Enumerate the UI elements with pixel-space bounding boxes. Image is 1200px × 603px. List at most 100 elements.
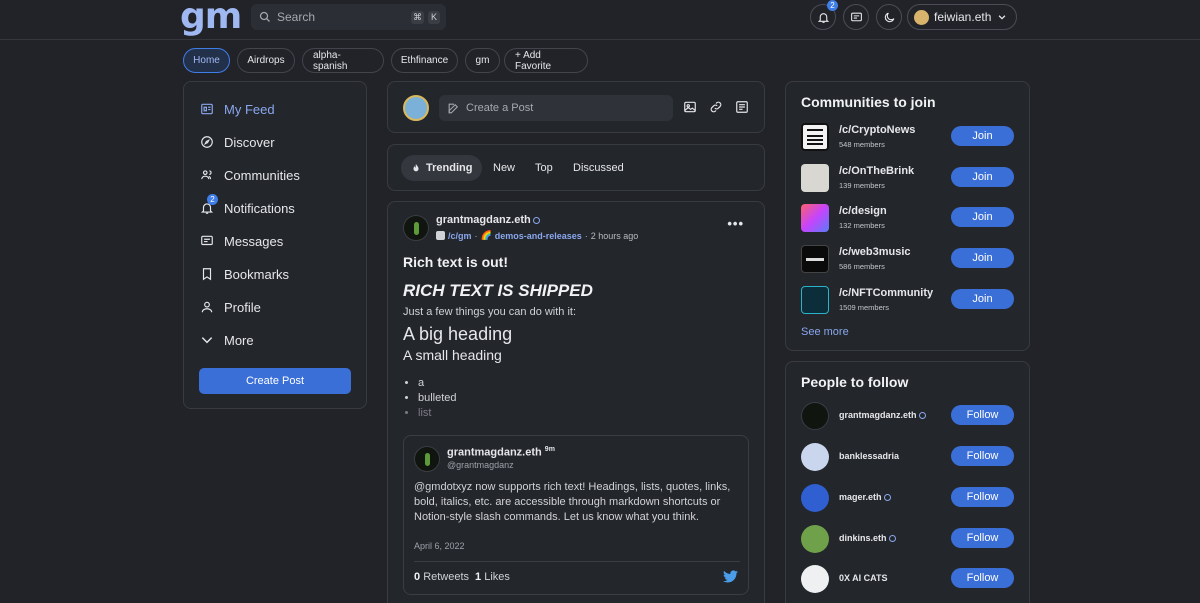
list-item[interactable]: /c/NFTCommunity 1509 members Join [801, 286, 1015, 314]
list-item[interactable]: /c/CryptoNews 548 members Join [801, 123, 1015, 151]
tweet-stats: 0 Retweets 1 Likes [414, 571, 510, 583]
post-author-name: grantmagdanz.eth [436, 214, 531, 226]
person-name[interactable]: grantmagdanz.eth [839, 410, 926, 420]
see-more-link[interactable]: See more [801, 326, 849, 338]
person-name-text: mager.eth [839, 492, 882, 502]
sidebar-item-communities[interactable]: Communities [200, 163, 300, 187]
list-item[interactable]: mager.eth Follow [801, 484, 1015, 512]
post-community-link[interactable]: /c/gm [448, 231, 472, 241]
list-item[interactable]: /c/OnTheBrink 139 members Join [801, 164, 1015, 192]
create-post-button[interactable]: Create Post [199, 368, 351, 394]
embedded-tweet[interactable]: grantmagdanz.eth 9m @grantmagdanz @gmdot… [403, 435, 749, 595]
join-button[interactable]: Join [951, 248, 1014, 268]
post-heading-italic: RICH TEXT IS SHIPPED [403, 281, 593, 300]
theme-toggle-button[interactable] [876, 4, 902, 30]
post-small-heading: A small heading [403, 347, 502, 363]
search-input[interactable] [277, 10, 397, 24]
favorite-home[interactable]: Home [183, 48, 230, 73]
follow-button[interactable]: Follow [951, 405, 1014, 425]
search-box[interactable]: ⌘ K [251, 4, 446, 30]
messages-button[interactable] [843, 4, 869, 30]
post-title[interactable]: Rich text is out! [403, 254, 508, 270]
add-favorite-button[interactable]: + Add Favorite [504, 48, 588, 73]
sidebar: My Feed Discover Communities 2 Notificat… [183, 81, 367, 409]
avatar [801, 402, 829, 430]
list-item[interactable]: 0X AI CATS Follow [801, 565, 1015, 593]
message-icon [201, 235, 213, 246]
community-members: 548 members [839, 140, 885, 149]
avatar [801, 525, 829, 553]
post-big-heading: A big heading [403, 324, 513, 344]
twitter-icon[interactable] [723, 570, 738, 583]
sidebar-item-bookmarks[interactable]: Bookmarks [200, 262, 289, 286]
sidebar-item-more[interactable]: More [200, 328, 254, 352]
create-post-input[interactable]: Create a Post [439, 95, 673, 121]
shortcut-key: K [428, 10, 440, 24]
favorite-alpha-spanish[interactable]: alpha-spanish [302, 48, 384, 73]
community-name[interactable]: /c/CryptoNews [839, 124, 915, 136]
tab-trending[interactable]: Trending [401, 155, 483, 181]
app-logo[interactable]: gm [180, 0, 242, 37]
avatar[interactable] [403, 215, 429, 241]
person-name[interactable]: banklessadria [839, 451, 899, 461]
community-thumbnail [801, 245, 829, 273]
sidebar-item-messages[interactable]: Messages [200, 229, 283, 253]
person-name[interactable]: mager.eth [839, 492, 891, 502]
avatar [801, 443, 829, 471]
join-button[interactable]: Join [951, 126, 1014, 146]
person-name[interactable]: 0X AI CATS [839, 573, 888, 583]
sidebar-item-label: More [224, 332, 254, 348]
bookmark-icon [202, 268, 212, 281]
list-item[interactable]: dinkins.eth Follow [801, 525, 1015, 553]
community-name[interactable]: /c/web3music [839, 246, 911, 258]
link-icon[interactable] [709, 100, 723, 114]
list-item[interactable]: /c/design 132 members Join [801, 204, 1015, 232]
post-channel-link[interactable]: demos-and-releases [495, 231, 582, 241]
favorite-ethfinance[interactable]: Ethfinance [391, 48, 458, 73]
username: feiwian.eth [934, 10, 992, 24]
list-item[interactable]: /c/web3music 586 members Join [801, 245, 1015, 273]
community-name[interactable]: /c/OnTheBrink [839, 165, 914, 177]
community-icon [436, 231, 445, 240]
user-menu[interactable]: feiwian.eth [907, 4, 1017, 30]
divider [414, 561, 740, 562]
follow-button[interactable]: Follow [951, 568, 1014, 588]
favorite-airdrops[interactable]: Airdrops [237, 48, 295, 73]
sidebar-item-label: Bookmarks [224, 266, 290, 282]
community-name[interactable]: /c/NFTCommunity [839, 287, 933, 299]
community-name[interactable]: /c/design [839, 205, 887, 217]
join-button[interactable]: Join [951, 289, 1014, 309]
post-author[interactable]: grantmagdanz.eth [436, 214, 540, 226]
more-options-icon[interactable]: ••• [727, 216, 744, 231]
avatar-leaf [425, 453, 430, 466]
sidebar-item-notifications[interactable]: 2 Notifications [200, 194, 295, 220]
retweets-stat: 0 Retweets [414, 571, 469, 583]
community-members: 139 members [839, 181, 885, 190]
retweets-count: 0 [414, 571, 421, 583]
person-name[interactable]: dinkins.eth [839, 533, 896, 543]
tab-new[interactable]: New [483, 155, 525, 181]
notifications-button[interactable]: 2 [810, 0, 838, 30]
post-time: 2 hours ago [590, 230, 639, 241]
list-item[interactable]: grantmagdanz.eth Follow [801, 402, 1015, 430]
notification-badge: 2 [827, 0, 838, 11]
sidebar-item-discover[interactable]: Discover [200, 130, 275, 154]
follow-button[interactable]: Follow [951, 487, 1014, 507]
list-item: a [418, 377, 457, 392]
image-icon[interactable] [683, 100, 697, 114]
poll-icon[interactable] [735, 100, 749, 114]
follow-button[interactable]: Follow [951, 446, 1014, 466]
follow-button[interactable]: Follow [951, 528, 1014, 548]
join-button[interactable]: Join [951, 167, 1014, 187]
tab-discussed[interactable]: Discussed [563, 155, 634, 181]
list-item[interactable]: banklessadria Follow [801, 443, 1015, 471]
tweet-text: @gmdotxyz now supports rich text! Headin… [414, 481, 731, 523]
community-thumbnail [801, 123, 829, 151]
flame-icon [413, 163, 419, 172]
tab-top[interactable]: Top [525, 155, 563, 181]
join-button[interactable]: Join [951, 207, 1014, 227]
sidebar-item-profile[interactable]: Profile [200, 295, 261, 319]
retweets-label: Retweets [423, 571, 470, 583]
sidebar-item-my-feed[interactable]: My Feed [200, 97, 275, 121]
favorite-gm[interactable]: gm [465, 48, 500, 73]
